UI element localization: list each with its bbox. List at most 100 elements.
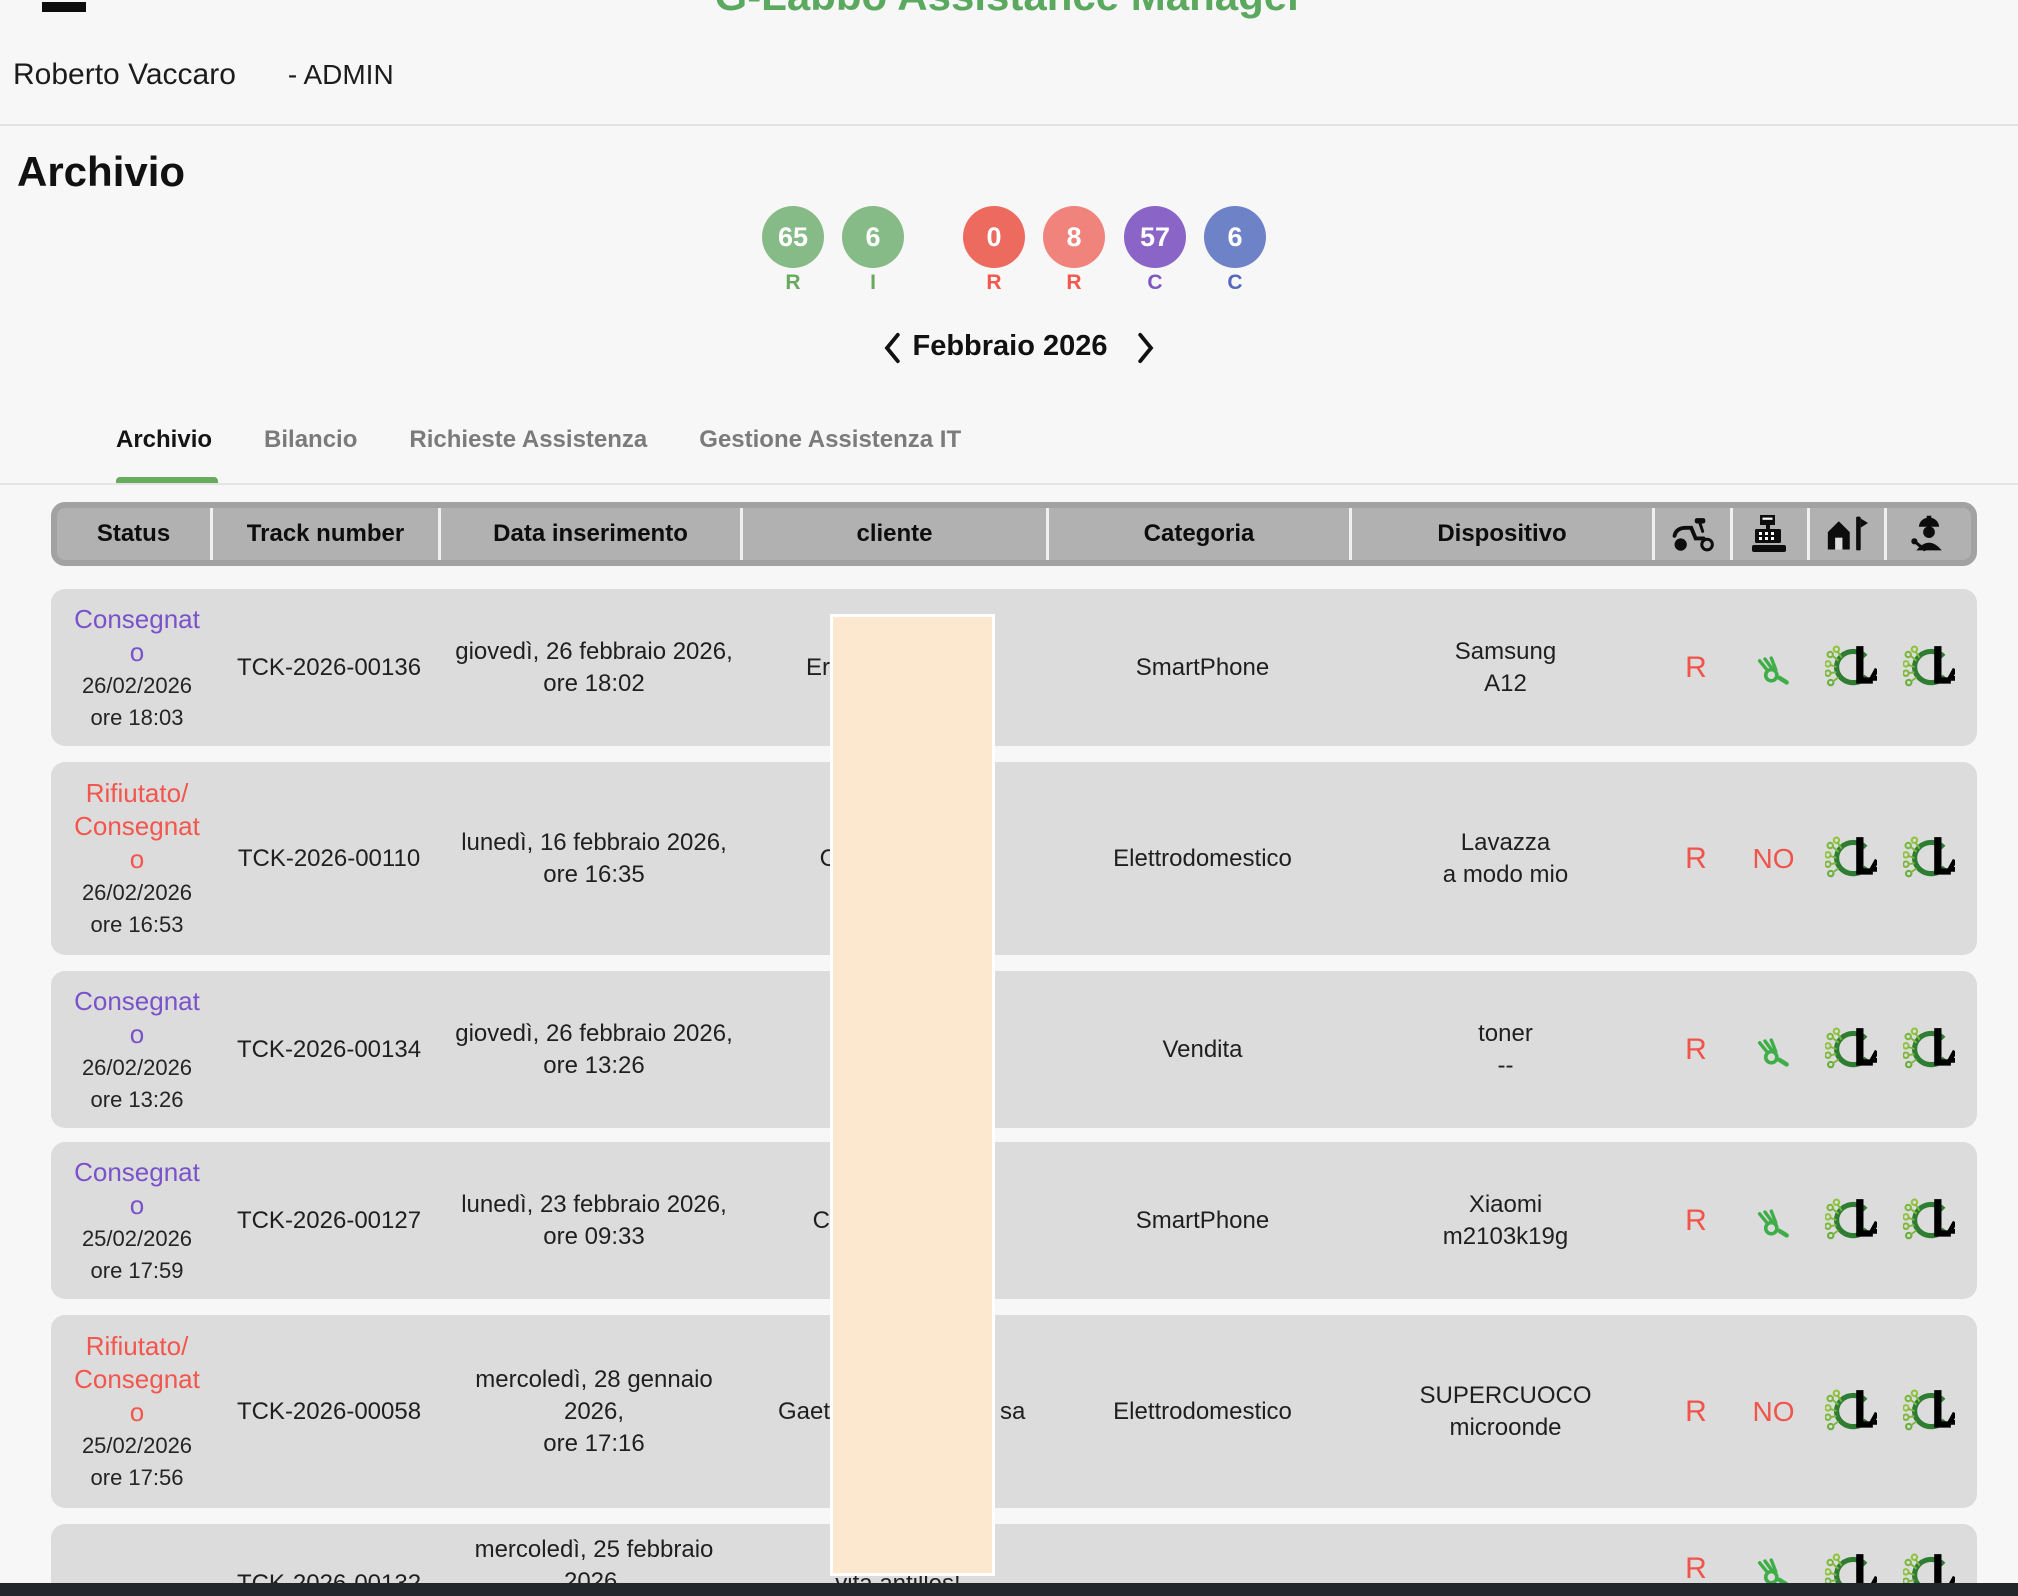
tab-bilancio[interactable]: Bilancio (238, 426, 383, 454)
categoria-value: Elettrodomestico (1051, 1315, 1354, 1508)
gl-logo-icon[interactable] (1825, 1026, 1877, 1074)
r-flag[interactable]: R (1657, 1315, 1735, 1508)
status-time: ore 17:59 (91, 1256, 184, 1286)
r-flag[interactable]: R (1657, 589, 1735, 746)
tab-gestione-it[interactable]: Gestione Assistenza IT (673, 426, 987, 454)
archive-page: G-Labbo Assistance Manager Roberto Vacca… (0, 0, 2018, 1596)
status-text: Consegnat o (74, 1156, 200, 1222)
client-fragment: sa (1000, 1398, 1025, 1426)
status-text: Rifiutato/ Consegnat o (74, 777, 200, 876)
ok-hand-icon[interactable] (1756, 1032, 1792, 1068)
categoria-value: Elettrodomestico (1051, 762, 1354, 955)
house-flag-icon (1810, 508, 1887, 560)
client-fragment: C (813, 1207, 830, 1235)
cash-register-icon (1733, 508, 1810, 560)
insert-date: giovedì, 26 febbraio 2026, ore 13:26 (443, 971, 745, 1128)
client-fragment: Gaet (778, 1398, 830, 1426)
col-header-dispositivo: Dispositivo (1352, 508, 1655, 560)
stat-label: I (842, 271, 904, 295)
dispositivo-value: Xiaomi m2103k19g (1354, 1142, 1657, 1299)
dispositivo-value: Samsung A12 (1354, 589, 1657, 746)
bottom-bar (0, 1583, 2018, 1596)
tab-archivio[interactable]: Archivio (90, 426, 238, 454)
stat-circle-r-zero: 0 (963, 206, 1025, 268)
stat-label: R (963, 271, 1025, 295)
table-row[interactable]: Consegnat o 26/02/2026 ore 13:26 TCK-202… (51, 971, 1977, 1128)
stat-circle-r-eight: 8 (1043, 206, 1105, 268)
engineer-icon (1887, 508, 1971, 560)
status-time: ore 16:53 (91, 910, 184, 940)
user-role: - ADMIN (288, 59, 394, 90)
ok-hand-icon[interactable] (1756, 650, 1792, 686)
tab-richieste[interactable]: Richieste Assistenza (383, 426, 673, 454)
table-row[interactable]: Rifiutato/ Consegnat o 25/02/2026 ore 17… (51, 1315, 1977, 1508)
track-number: TCK-2026-00127 (215, 1142, 443, 1299)
dispositivo-value: toner -- (1354, 971, 1657, 1128)
gl-logo-icon[interactable] (1825, 644, 1877, 692)
tabs-divider (0, 483, 2018, 485)
user-name: Roberto Vaccaro - ADMIN (13, 58, 394, 92)
track-number: TCK-2026-00058 (215, 1315, 443, 1508)
track-number: TCK-2026-00136 (215, 589, 443, 746)
table-row[interactable]: Consegnat o 25/02/2026 ore 17:59 TCK-202… (51, 1142, 1977, 1299)
gl-logo-icon[interactable] (1825, 1388, 1877, 1436)
stat-circle-c-purple: 57 (1124, 206, 1186, 268)
stat-label: R (1043, 271, 1105, 295)
ok-hand-icon[interactable] (1756, 1203, 1792, 1239)
categoria-value: Vendita (1051, 971, 1354, 1128)
col-header-status: Status (57, 508, 213, 560)
stat-label: C (1204, 271, 1266, 295)
gl-logo-icon[interactable] (1903, 1026, 1955, 1074)
gl-logo-icon[interactable] (1903, 835, 1955, 883)
status-date: 26/02/2026 (82, 878, 192, 908)
stat-circle-i: 6 (842, 206, 904, 268)
col-header-track: Track number (213, 508, 441, 560)
client-fragment: Er (806, 654, 830, 682)
insert-date: lunedì, 16 febbraio 2026, ore 16:35 (443, 762, 745, 955)
r-flag[interactable]: R (1657, 762, 1735, 955)
insert-date: mercoledì, 28 gennaio 2026, ore 17:16 (443, 1315, 745, 1508)
app-title: G-Labbo Assistance Manager (0, 0, 2018, 18)
no-flag[interactable]: NO (1735, 762, 1812, 955)
dispositivo-value: SUPERCUOCO microonde (1354, 1315, 1657, 1508)
stat-label: R (762, 271, 824, 295)
status-date: 25/02/2026 (82, 1431, 192, 1461)
gl-logo-icon[interactable] (1903, 644, 1955, 692)
stat-label: C (1124, 271, 1186, 295)
page-title: Archivio (17, 148, 185, 196)
next-month-icon[interactable] (1130, 330, 1160, 366)
table-row[interactable]: Consegnat o 26/02/2026 ore 18:03 TCK-202… (51, 589, 1977, 746)
categoria-value: SmartPhone (1051, 589, 1354, 746)
categoria-value: SmartPhone (1051, 1142, 1354, 1299)
track-number: TCK-2026-00134 (215, 971, 443, 1128)
status-time: ore 13:26 (91, 1085, 184, 1115)
privacy-redaction-overlay (830, 614, 995, 1576)
gl-logo-icon[interactable] (1903, 1388, 1955, 1436)
status-time: ore 17:56 (91, 1463, 184, 1493)
gl-logo-icon[interactable] (1825, 1197, 1877, 1245)
col-header-data: Data inserimento (441, 508, 743, 560)
month-label: Febbraio 2026 (860, 330, 1160, 363)
track-number: TCK-2026-00110 (215, 762, 443, 955)
gl-logo-icon[interactable] (1825, 835, 1877, 883)
status-text: Consegnat o (74, 603, 200, 669)
status-time: ore 18:03 (91, 703, 184, 733)
r-flag[interactable]: R (1657, 1142, 1735, 1299)
stat-circle-c-blue: 6 (1204, 206, 1266, 268)
no-flag[interactable]: NO (1735, 1315, 1812, 1508)
col-header-cliente: cliente (743, 508, 1049, 560)
status-date: 26/02/2026 (82, 671, 192, 701)
table-row[interactable]: Rifiutato/ Consegnat o 26/02/2026 ore 16… (51, 762, 1977, 955)
stat-circle-r-open: 65 (762, 206, 824, 268)
insert-date: giovedì, 26 febbraio 2026, ore 18:02 (443, 589, 745, 746)
status-text: Consegnat o (74, 985, 200, 1051)
user-name-text: Roberto Vaccaro (13, 58, 236, 91)
r-flag[interactable]: R (1657, 971, 1735, 1128)
insert-date: lunedì, 23 febbraio 2026, ore 09:33 (443, 1142, 745, 1299)
status-date: 26/02/2026 (82, 1053, 192, 1083)
table-header: Status Track number Data inserimento cli… (51, 502, 1977, 566)
status-text: Rifiutato/ Consegnat o (74, 1330, 200, 1429)
status-date: 25/02/2026 (82, 1224, 192, 1254)
gl-logo-icon[interactable] (1903, 1197, 1955, 1245)
moped-icon (1655, 508, 1733, 560)
